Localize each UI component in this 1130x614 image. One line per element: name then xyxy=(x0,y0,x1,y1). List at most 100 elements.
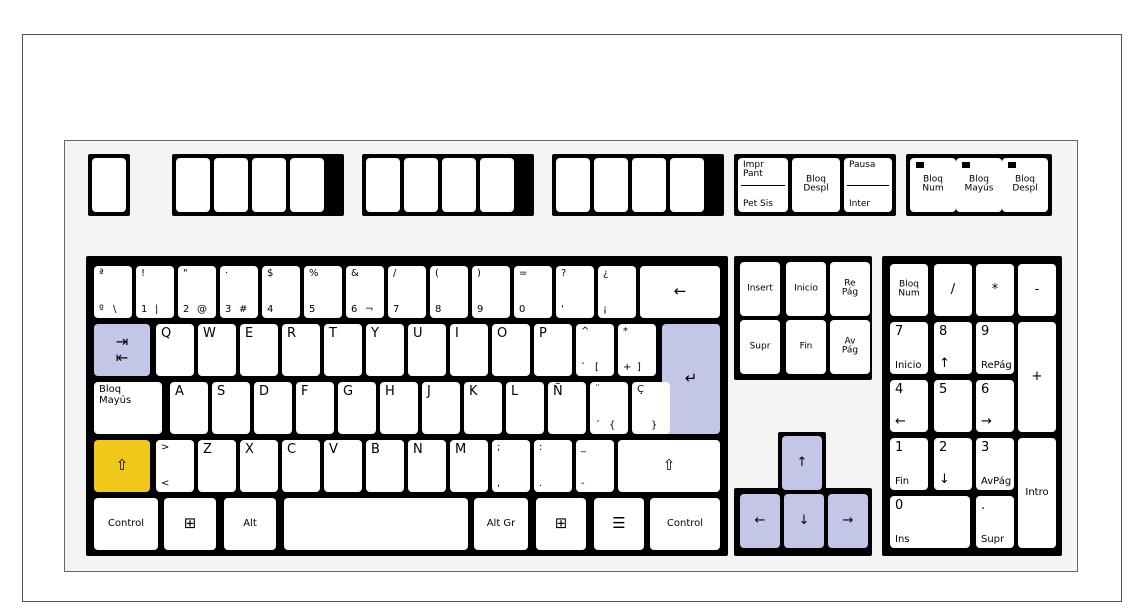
alt-key[interactable]: Alt xyxy=(224,498,276,550)
key-n[interactable]: N xyxy=(408,440,446,492)
print-screen-key[interactable]: Impr Pant Pet Sis xyxy=(738,158,788,212)
key-c-cedilla[interactable]: Ç} xyxy=(632,382,670,434)
left-shift-key[interactable]: ⇧ xyxy=(94,440,150,492)
key-inv-exclamation[interactable]: ¿ ¡ xyxy=(598,266,636,318)
key-end[interactable]: Fin xyxy=(786,320,826,374)
arrow-up-key[interactable]: ↑ xyxy=(782,436,822,490)
key-2[interactable]: " 2 @ xyxy=(178,266,216,318)
key-7[interactable]: /7 xyxy=(388,266,426,318)
key-d[interactable]: D xyxy=(254,382,292,434)
tab-key[interactable]: ⇥ ⇤ xyxy=(94,324,150,376)
arrow-right-key[interactable]: → xyxy=(828,494,868,548)
numpad-numlock-key[interactable]: Bloq Num xyxy=(890,264,928,316)
numpad-add-key[interactable]: + xyxy=(1018,322,1056,432)
key-delete[interactable]: Supr xyxy=(740,320,780,374)
key-insert[interactable]: Insert xyxy=(740,262,780,316)
numpad-4-key[interactable]: 4 ← xyxy=(890,380,928,432)
arrow-left-key[interactable]: ← xyxy=(740,494,780,548)
key-y[interactable]: Y xyxy=(366,324,404,376)
left-windows-key[interactable]: ⊞ xyxy=(164,498,216,550)
key-r[interactable]: R xyxy=(282,324,320,376)
key-m[interactable]: M xyxy=(450,440,488,492)
key-e[interactable]: E xyxy=(240,324,278,376)
numpad-0-key[interactable]: 0 Ins xyxy=(890,496,970,548)
numpad-8-key[interactable]: 8 ↑ xyxy=(934,322,972,374)
arrow-down-key[interactable]: ↓ xyxy=(784,494,824,548)
key-c[interactable]: C xyxy=(282,440,320,492)
numpad-divide-key[interactable]: / xyxy=(934,264,972,316)
backspace-key[interactable]: ← xyxy=(640,266,720,318)
key-v[interactable]: V xyxy=(324,440,362,492)
indicator-scroll[interactable]: Bloq Despl xyxy=(1002,158,1048,212)
left-control-key[interactable]: Control xyxy=(94,498,158,550)
f2-key[interactable] xyxy=(214,158,248,212)
key-a[interactable]: A xyxy=(170,382,208,434)
key-4[interactable]: $4 xyxy=(262,266,300,318)
key-acute[interactable]: ¨ ´ { xyxy=(590,382,628,434)
numpad-6-key[interactable]: 6 → xyxy=(976,380,1014,432)
f10-key[interactable] xyxy=(594,158,628,212)
key-u[interactable]: U xyxy=(408,324,446,376)
f6-key[interactable] xyxy=(404,158,438,212)
key-0[interactable]: = 0 xyxy=(514,266,552,318)
f9-key[interactable] xyxy=(556,158,590,212)
key-l[interactable]: L xyxy=(506,382,544,434)
key-x[interactable]: X xyxy=(240,440,278,492)
key-home[interactable]: Inicio xyxy=(786,262,826,316)
key-9[interactable]: ) 9 xyxy=(472,266,510,318)
right-shift-key[interactable]: ⇧ xyxy=(618,440,720,492)
numpad-1-key[interactable]: 1 Fin xyxy=(890,438,928,490)
key-k[interactable]: K xyxy=(464,382,502,434)
key-6[interactable]: & 6 ¬ xyxy=(346,266,384,318)
numpad-decimal-key[interactable]: . Supr xyxy=(976,496,1014,548)
key-f[interactable]: F xyxy=(296,382,334,434)
f1-key[interactable] xyxy=(176,158,210,212)
key-w[interactable]: W xyxy=(198,324,236,376)
indicator-caps[interactable]: Bloq Mayús xyxy=(956,158,1002,212)
key-plus[interactable]: * +] xyxy=(618,324,656,376)
numpad-5-key[interactable]: 5 xyxy=(934,380,972,432)
key-g[interactable]: G xyxy=(338,382,376,434)
key-grave-accent[interactable]: ^ ` [ xyxy=(576,324,614,376)
menu-key[interactable]: ☰ xyxy=(594,498,644,550)
esc-key[interactable] xyxy=(92,158,126,212)
alt-gr-key[interactable]: Alt Gr xyxy=(474,498,528,550)
key-p[interactable]: P xyxy=(534,324,572,376)
f8-key[interactable] xyxy=(480,158,514,212)
right-control-key[interactable]: Control xyxy=(650,498,720,550)
pause-key[interactable]: Pausa Inter xyxy=(844,158,892,212)
numpad-multiply-key[interactable]: * xyxy=(976,264,1014,316)
key-b[interactable]: B xyxy=(366,440,404,492)
key-apostrophe[interactable]: ? ' xyxy=(556,266,594,318)
numpad-subtract-key[interactable]: - xyxy=(1018,264,1056,316)
key-minus[interactable]: _ - xyxy=(576,440,614,492)
key-z[interactable]: Z xyxy=(198,440,236,492)
caps-lock-key[interactable]: Bloq Mayús xyxy=(94,382,162,434)
f11-key[interactable] xyxy=(632,158,666,212)
key-1[interactable]: ! 1 | xyxy=(136,266,174,318)
right-windows-key[interactable]: ⊞ xyxy=(536,498,586,550)
f7-key[interactable] xyxy=(442,158,476,212)
f12-key[interactable] xyxy=(670,158,704,212)
key-h[interactable]: H xyxy=(380,382,418,434)
numpad-9-key[interactable]: 9 RePág xyxy=(976,322,1014,374)
key-n-tilde[interactable]: Ñ xyxy=(548,382,586,434)
scroll-lock-key[interactable]: Bloq Despl xyxy=(792,158,840,212)
numpad-3-key[interactable]: 3 AvPág xyxy=(976,438,1014,490)
key-grave[interactable]: ª º \ xyxy=(94,266,132,318)
key-o[interactable]: O xyxy=(492,324,530,376)
key-i[interactable]: I xyxy=(450,324,488,376)
indicator-num[interactable]: Bloq Num xyxy=(910,158,956,212)
numpad-7-key[interactable]: 7 Inicio xyxy=(890,322,928,374)
key-j[interactable]: J xyxy=(422,382,460,434)
key-5[interactable]: % 5 xyxy=(304,266,342,318)
key-3[interactable]: · 3 # xyxy=(220,266,258,318)
enter-key[interactable]: ↵ xyxy=(662,324,720,434)
key-period[interactable]: :. xyxy=(534,440,572,492)
key-page-down[interactable]: Av Pág xyxy=(830,320,870,374)
key-q[interactable]: Q xyxy=(156,324,194,376)
key-8[interactable]: (8 xyxy=(430,266,468,318)
key-page-up[interactable]: Re Pág xyxy=(830,262,870,316)
key-s[interactable]: S xyxy=(212,382,250,434)
numpad-enter-key[interactable]: Intro xyxy=(1018,438,1056,548)
